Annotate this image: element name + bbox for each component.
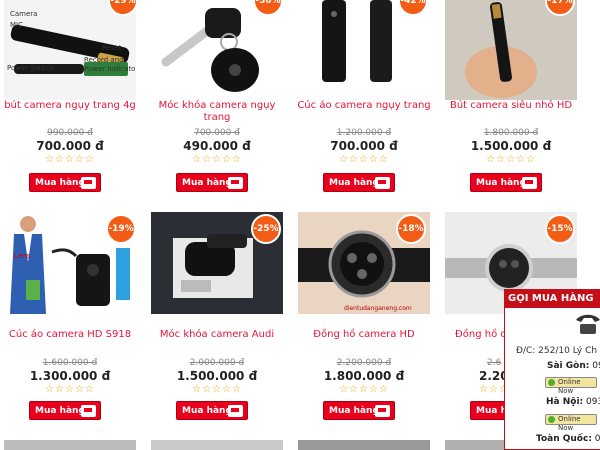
old-price: 990.000 đ [47, 128, 93, 138]
old-price: 1.600.000 đ [42, 358, 98, 368]
product-card[interactable]: Lens -19% Cúc áo camera HD S918 1.600.00… [4, 212, 136, 424]
discount-badge: -25% [251, 214, 281, 244]
pen-indicator-label: Power Indicator [84, 65, 136, 73]
old-price: 2.000.000 đ [189, 358, 245, 368]
online-label: Online Now [558, 415, 581, 432]
rating-stars: ☆☆☆☆☆ [192, 154, 242, 165]
rating-stars: ☆☆☆☆☆ [45, 154, 95, 165]
old-price: 1.200.000 đ [336, 128, 392, 138]
lens-label: Lens [14, 252, 31, 260]
hanoi-label: Hà Nội: [546, 397, 584, 407]
product-image[interactable] [151, 440, 283, 450]
pen-mic-label: MIC [10, 21, 23, 29]
call-to-order-panel: GỌI MUA HÀNG Đ/C: 252/10 Lý Ch Sài Gòn: … [504, 289, 600, 450]
watch-url-label: dientudanganeng.com [344, 305, 412, 312]
product-name-link[interactable]: Cúc áo camera ngụy trang [292, 100, 436, 112]
buy-button[interactable]: Mua hàng [29, 401, 101, 420]
rating-stars: ☆☆☆☆☆ [486, 154, 536, 165]
old-price: 1.800.000 đ [483, 128, 539, 138]
discount-badge: -18% [396, 214, 426, 244]
product-card[interactable]: -42% Cúc áo camera ngụy trang 1.200.000 … [297, 0, 431, 198]
sale-price: 700.000 đ [36, 139, 104, 153]
old-price: 700.000 đ [194, 128, 240, 138]
nationwide-line: Toàn Quốc: 0 [536, 434, 600, 444]
buy-button[interactable]: Mua hàng [176, 173, 248, 192]
cart-icon [522, 177, 537, 189]
cart-icon [375, 177, 390, 189]
product-card[interactable]: Camera MIC Reset Power Switch Record and… [4, 0, 138, 198]
product-card[interactable]: dientudanganeng.com -18% Đồng hồ camera … [298, 212, 430, 424]
product-name-link[interactable]: Cúc áo camera HD S918 [0, 329, 142, 341]
online-status-button[interactable]: Online Now [545, 377, 597, 395]
buy-button-label: Mua hàng [182, 178, 232, 188]
saigon-line: Sài Gòn: 09 [547, 361, 600, 371]
telephone-icon [576, 314, 600, 334]
cart-icon [228, 405, 243, 417]
product-card[interactable]: -17% Bút camera siêu nhỏ HD 1.800.000 đ … [445, 0, 577, 198]
hanoi-line: Hà Nội: 093 [546, 397, 600, 407]
rating-stars: ☆☆☆☆☆ [192, 384, 242, 395]
product-image[interactable] [4, 440, 136, 450]
buy-button-label: Mua hàng [329, 178, 379, 188]
nationwide-phone[interactable]: 0 [595, 434, 600, 444]
sale-price: 1.800.000 đ [323, 369, 405, 383]
buy-button[interactable]: Mua hàng [323, 173, 395, 192]
sale-price: 1.500.000 đ [176, 369, 258, 383]
sale-price: 490.000 đ [183, 139, 251, 153]
product-card[interactable]: -30% Móc khóa camera ngụy trang 700.000 … [151, 0, 283, 198]
buy-button-label: Mua hàng [35, 178, 85, 188]
call-panel-title: GỌI MUA HÀNG [505, 290, 600, 308]
product-name-link[interactable]: Đồng hồ camera HD [292, 329, 436, 341]
buy-button-label: Mua hàng [35, 406, 85, 416]
pen-power-label: Power Switch [7, 64, 54, 72]
pen-reset-label: Reset [102, 44, 122, 52]
buy-button[interactable]: Mua hàng [323, 401, 395, 420]
saigon-label: Sài Gòn: [547, 361, 590, 371]
product-image[interactable]: Camera MIC Reset Power Switch Record and… [4, 0, 136, 100]
buy-button-label: Mua hàng [476, 178, 526, 188]
product-name-link[interactable]: Móc khóa camera Audi [145, 329, 289, 341]
online-status-button[interactable]: Online Now [545, 414, 597, 432]
hanoi-phone[interactable]: 093 [586, 397, 600, 407]
pen-camera-photo: Camera MIC Reset Power Switch Record and… [4, 0, 136, 100]
saigon-phone[interactable]: 09 [592, 361, 600, 371]
cart-icon [375, 405, 390, 417]
discount-badge: -19% [106, 214, 136, 244]
discount-badge: -15% [545, 214, 575, 244]
rating-stars: ☆☆☆☆☆ [339, 154, 389, 165]
address-text: Đ/C: 252/10 Lý Ch [516, 346, 598, 356]
buy-button[interactable]: Mua hàng [29, 173, 101, 192]
nationwide-label: Toàn Quốc: [536, 434, 592, 444]
buy-button-label: Mua h [476, 406, 507, 416]
pen-record-label: Record and [84, 56, 124, 64]
rating-stars: ☆☆☆☆☆ [45, 384, 95, 395]
cart-icon [81, 177, 96, 189]
buy-button[interactable]: Mua hàng [470, 173, 542, 192]
buy-button-label: Mua hàng [329, 406, 379, 416]
cart-icon [228, 177, 243, 189]
buy-button-label: Mua hàng [182, 406, 232, 416]
product-name-link[interactable]: Móc khóa camera ngụy trang [145, 100, 289, 124]
old-price: 2.200.000 đ [336, 358, 392, 368]
sale-price: 1.500.000 đ [470, 139, 552, 153]
cart-icon [81, 405, 96, 417]
product-card[interactable]: -25% Móc khóa camera Audi 2.000.000 đ 1.… [151, 212, 283, 424]
sale-price: 1.300.000 đ [29, 369, 111, 383]
sale-price: 700.000 đ [330, 139, 398, 153]
rating-stars: ☆☆☆☆☆ [339, 384, 389, 395]
product-image[interactable] [298, 440, 430, 450]
pen-camera-label: Camera [10, 10, 37, 18]
online-label: Online Now [558, 378, 581, 395]
product-name-link[interactable]: Bút camera siêu nhỏ HD [439, 100, 583, 112]
product-name-link[interactable]: bút camera ngụy trang 4g [0, 100, 142, 112]
buy-button[interactable]: Mua hàng [176, 401, 248, 420]
